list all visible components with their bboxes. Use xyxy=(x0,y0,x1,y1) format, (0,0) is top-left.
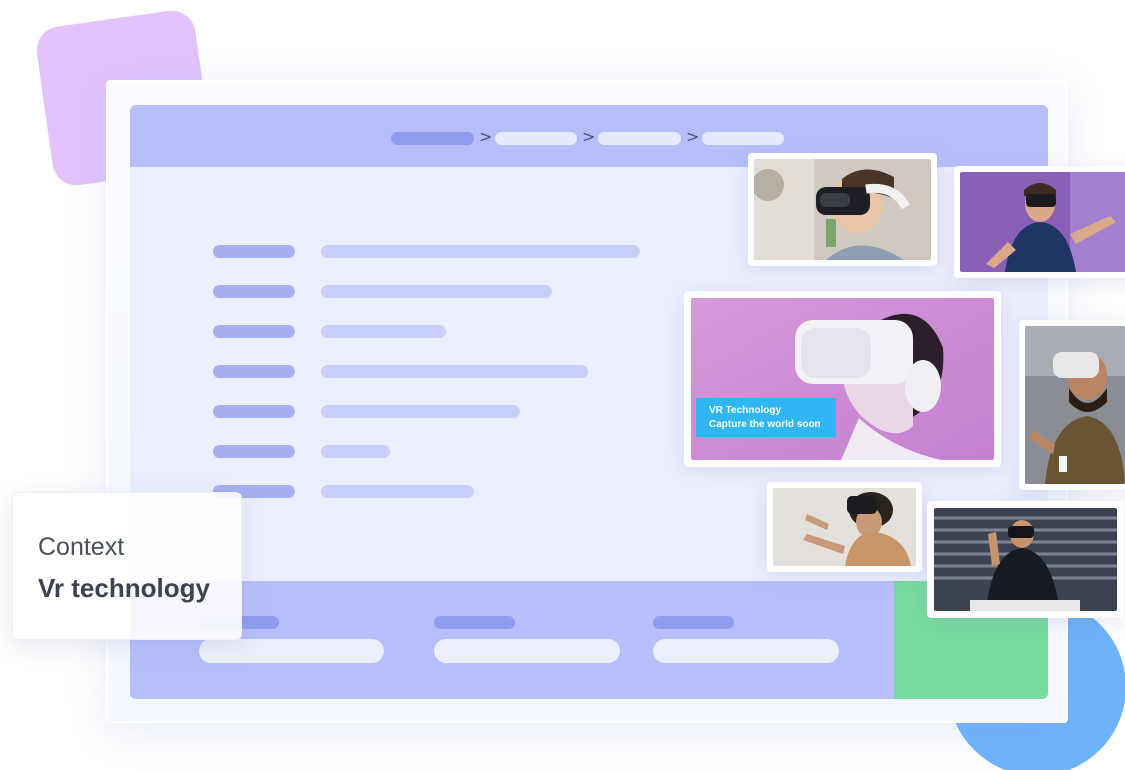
form-field-label xyxy=(434,616,515,629)
chevron-right-icon: > xyxy=(686,127,700,146)
chevron-right-icon: > xyxy=(479,127,493,146)
detail-row-value xyxy=(321,325,446,338)
form-field-input[interactable] xyxy=(199,639,384,663)
detail-row-key xyxy=(213,405,295,418)
breadcrumb-item-4[interactable] xyxy=(702,132,784,145)
vr-photo-child-image xyxy=(754,159,931,260)
detail-row-value xyxy=(321,485,474,498)
breadcrumb-item-2[interactable] xyxy=(495,132,577,145)
vr-photo-man-suit-image xyxy=(1025,326,1125,484)
chevron-right-icon: > xyxy=(582,127,596,146)
featured-caption: VR Technology Capture the world soon xyxy=(696,398,836,437)
detail-row-key xyxy=(213,445,295,458)
detail-row-value xyxy=(321,405,520,418)
breadcrumb-item-1[interactable] xyxy=(391,132,474,145)
caption-subtitle: Capture the world soon xyxy=(709,419,821,430)
vr-photo-man-purple-image xyxy=(960,172,1125,272)
form-field-input[interactable] xyxy=(653,639,839,663)
context-value: Vr technology xyxy=(38,573,210,603)
vr-photo-man-purple[interactable] xyxy=(954,166,1125,278)
vr-photo-child[interactable] xyxy=(748,153,937,266)
context-label: Context xyxy=(38,533,125,561)
vr-photo-woman-curly-image xyxy=(773,488,916,566)
detail-row-value xyxy=(321,365,588,378)
detail-row-key xyxy=(213,245,295,258)
vr-photo-featured[interactable]: VR Technology Capture the world soon xyxy=(684,291,1001,467)
vr-photo-man-suit[interactable] xyxy=(1019,320,1125,490)
vr-photo-man-desk[interactable] xyxy=(927,501,1124,618)
detail-row-value xyxy=(321,445,390,458)
vr-photo-woman-curly[interactable] xyxy=(767,482,922,572)
detail-row-key xyxy=(213,325,295,338)
detail-row-key xyxy=(213,285,295,298)
caption-title: VR Technology xyxy=(709,405,782,416)
detail-row-value xyxy=(321,245,640,258)
detail-row-value xyxy=(321,285,552,298)
breadcrumb-item-3[interactable] xyxy=(598,132,681,145)
context-card: Context Vr technology xyxy=(12,492,242,640)
vr-photo-man-desk-image xyxy=(934,508,1117,611)
form-field-label xyxy=(653,616,734,629)
detail-row-key xyxy=(213,365,295,378)
form-field-input[interactable] xyxy=(434,639,620,663)
